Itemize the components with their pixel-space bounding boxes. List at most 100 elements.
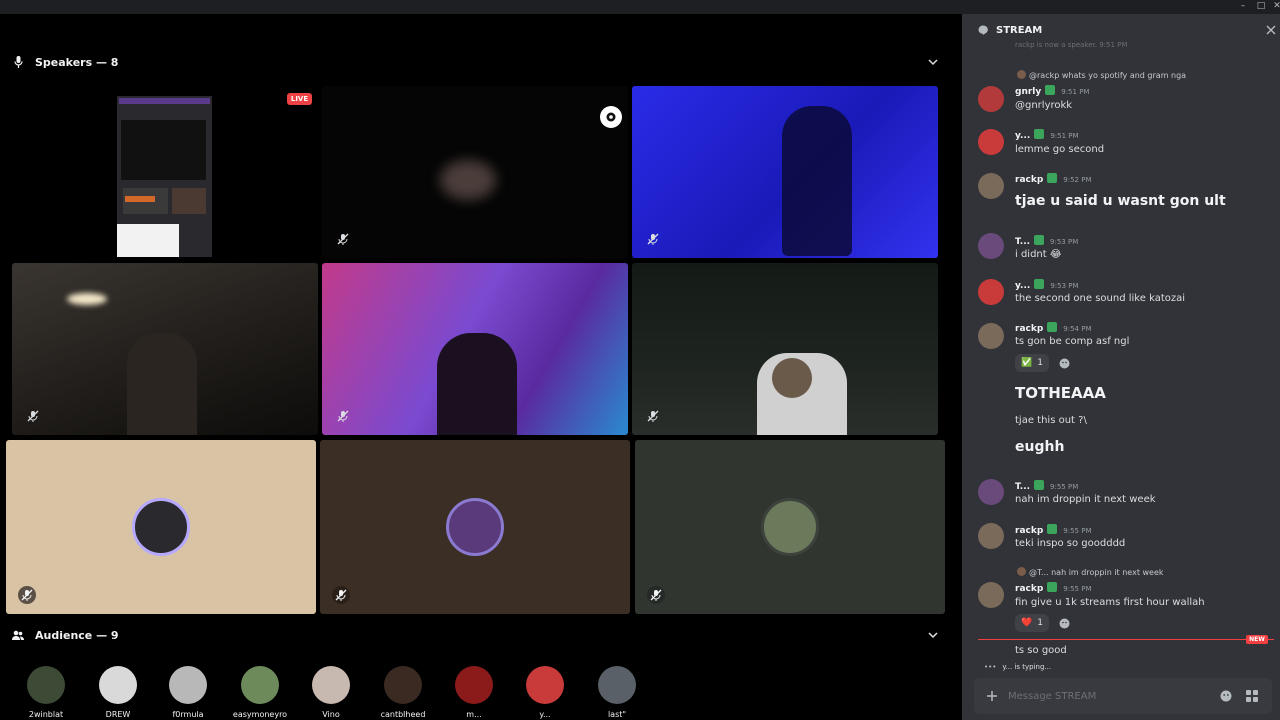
muted-mic-icon xyxy=(332,586,350,604)
speaker-tile-4[interactable] xyxy=(12,263,318,435)
emoji-icon[interactable] xyxy=(1220,690,1232,702)
audience-member[interactable]: Vino xyxy=(296,666,366,719)
speaker-tile-6[interactable] xyxy=(632,263,938,435)
speaker-tile-9[interactable] xyxy=(635,440,945,614)
audience-member[interactable]: easymoneyro xyxy=(225,666,295,719)
chevron-down-icon[interactable] xyxy=(928,630,938,640)
gear-icon xyxy=(606,112,616,122)
audience-member[interactable]: y... xyxy=(510,666,580,719)
role-badge-icon xyxy=(1047,524,1058,534)
audience-member[interactable]: DREW xyxy=(83,666,153,719)
speakers-header[interactable]: Speakers — 8 xyxy=(0,44,960,80)
avatar[interactable] xyxy=(978,323,1004,349)
reply-avatar xyxy=(1017,70,1026,79)
role-badge-icon xyxy=(1034,279,1045,289)
avatar[interactable] xyxy=(978,582,1004,608)
plus-icon[interactable] xyxy=(986,690,998,702)
speaker-tile-2[interactable] xyxy=(322,86,628,258)
avatar[interactable] xyxy=(978,129,1004,155)
new-messages-divider xyxy=(978,639,1274,640)
audience-member-name: easymoneyro xyxy=(232,710,288,719)
audience-member[interactable]: 2winblat xyxy=(11,666,81,719)
avatar[interactable] xyxy=(312,666,350,704)
speaker-tile-screenshare[interactable] xyxy=(12,86,318,258)
speaker-tile-3[interactable] xyxy=(632,86,938,258)
username[interactable]: rackp xyxy=(1015,584,1043,594)
microphone-icon xyxy=(12,55,24,69)
role-badge-icon xyxy=(1045,85,1056,95)
avatar[interactable] xyxy=(526,666,564,704)
avatar[interactable] xyxy=(978,523,1004,549)
role-badge-icon xyxy=(1034,480,1045,490)
message-text: TOTHEAAA xyxy=(1015,384,1106,402)
avatar[interactable] xyxy=(978,86,1004,112)
username[interactable]: T... xyxy=(1015,237,1030,247)
muted-mic-icon xyxy=(644,407,662,425)
muted-mic-icon xyxy=(18,586,36,604)
username[interactable]: T... xyxy=(1015,482,1030,492)
message-composer xyxy=(974,678,1272,714)
apps-icon[interactable] xyxy=(1246,690,1258,702)
avatar[interactable] xyxy=(384,666,422,704)
avatar xyxy=(132,498,190,556)
username[interactable]: rackp xyxy=(1015,175,1043,185)
smiley-icon xyxy=(1059,618,1069,628)
reaction-count: 1 xyxy=(1037,618,1043,628)
avatar[interactable] xyxy=(27,666,65,704)
username[interactable]: y... xyxy=(1015,281,1030,291)
timestamp: 9:55 PM xyxy=(1050,483,1079,491)
username[interactable]: gnrly xyxy=(1015,87,1041,97)
message-text: eughh xyxy=(1015,439,1065,455)
stream-settings-button[interactable] xyxy=(600,106,622,128)
message-text: tjae this out ?\ xyxy=(1015,415,1087,426)
username[interactable]: rackp xyxy=(1015,526,1043,536)
username[interactable]: rackp xyxy=(1015,324,1043,334)
speaker-tile-7[interactable] xyxy=(6,440,316,614)
audience-header[interactable]: Audience — 9 xyxy=(0,617,960,653)
message-text: @gnrlyrokk xyxy=(1015,100,1073,111)
timestamp: 9:53 PM xyxy=(1050,282,1079,290)
discord-app: – □ ✕ Speakers — 8 LIVE Audience — 9 2wi… xyxy=(0,0,1280,720)
audience-member-name: cantblheed xyxy=(380,710,426,719)
audience-member[interactable]: m... xyxy=(439,666,509,719)
avatar[interactable] xyxy=(978,173,1004,199)
message-input[interactable] xyxy=(1008,690,1208,702)
audience-member[interactable]: f0rmula xyxy=(153,666,223,719)
audience-member[interactable]: cantblheed xyxy=(368,666,438,719)
timestamp: 9:51 PM xyxy=(1050,132,1079,140)
reaction-pill[interactable]: ✅ 1 xyxy=(1015,354,1049,372)
close-window-button[interactable]: ✕ xyxy=(1268,0,1280,12)
avatar xyxy=(761,498,819,556)
speaker-tile-8[interactable] xyxy=(320,440,630,614)
minimize-button[interactable]: – xyxy=(1234,0,1252,12)
reaction-count: 1 xyxy=(1037,358,1043,368)
timestamp: 9:53 PM xyxy=(1050,238,1079,246)
avatar[interactable] xyxy=(978,279,1004,305)
chevron-down-icon[interactable] xyxy=(928,57,938,67)
audience-member-name: 2winblat xyxy=(28,710,64,719)
timestamp: 9:55 PM xyxy=(1063,527,1092,535)
audience-label: Audience — 9 xyxy=(35,628,119,642)
speaker-tile-5[interactable] xyxy=(322,263,628,435)
stage-area: Speakers — 8 LIVE Audience — 9 2winblat … xyxy=(0,14,960,720)
avatar[interactable] xyxy=(241,666,279,704)
new-badge: NEW xyxy=(1246,635,1268,644)
avatar[interactable] xyxy=(598,666,636,704)
avatar xyxy=(446,498,504,556)
add-reaction-button[interactable] xyxy=(1055,354,1073,372)
add-reaction-button[interactable] xyxy=(1055,614,1073,632)
audience-member-name: m... xyxy=(466,710,482,719)
avatar[interactable] xyxy=(978,233,1004,259)
audience-member-name: f0rmula xyxy=(172,710,204,719)
live-badge: LIVE xyxy=(287,93,312,105)
timestamp: 9:52 PM xyxy=(1063,176,1092,184)
avatar[interactable] xyxy=(99,666,137,704)
avatar[interactable] xyxy=(978,479,1004,505)
muted-mic-icon xyxy=(644,230,662,248)
avatar[interactable] xyxy=(169,666,207,704)
audience-member[interactable]: last" xyxy=(582,666,652,719)
username[interactable]: y... xyxy=(1015,131,1030,141)
reaction-pill[interactable]: ❤️ 1 xyxy=(1015,614,1049,632)
avatar[interactable] xyxy=(455,666,493,704)
close-icon[interactable] xyxy=(1266,25,1276,35)
